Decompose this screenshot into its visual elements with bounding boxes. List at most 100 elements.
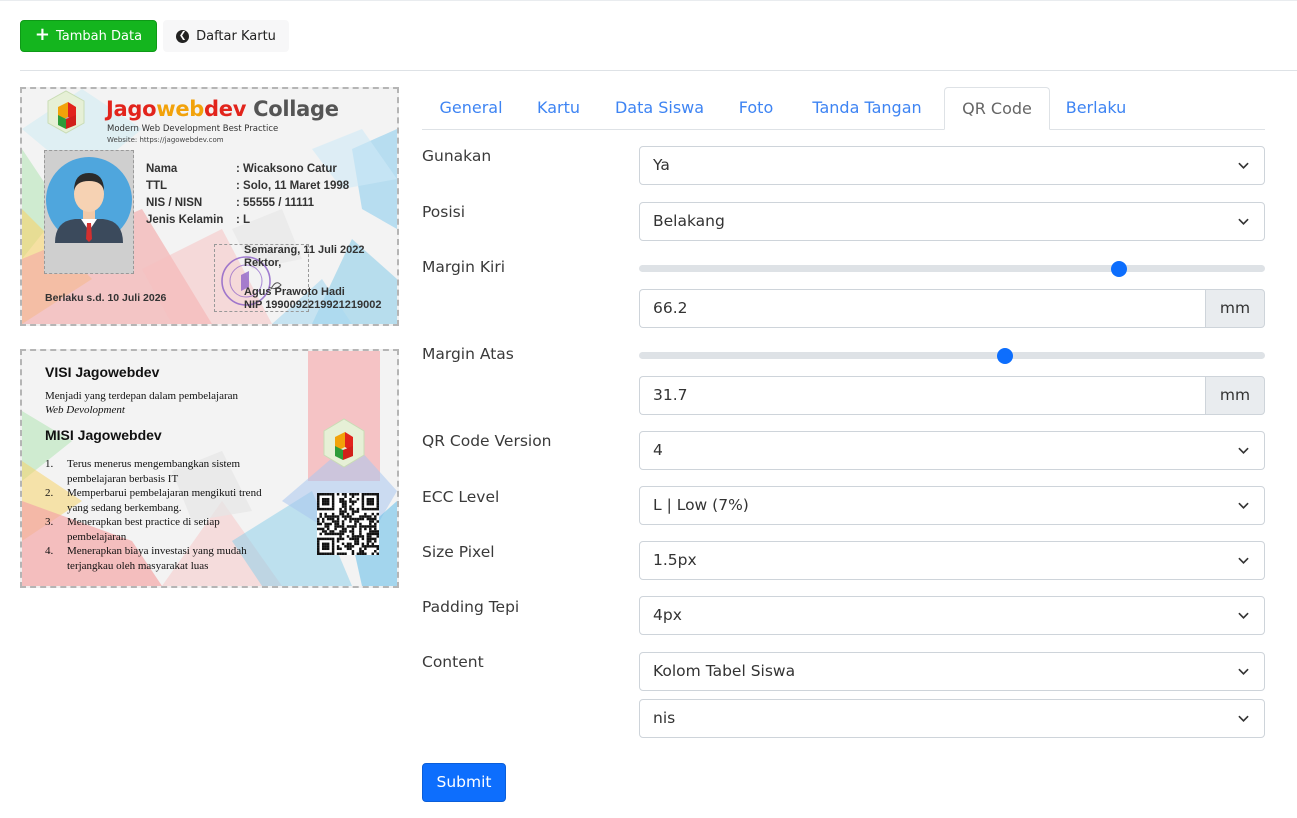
misi-number: 2.: [45, 487, 54, 499]
select-gunakan-value: Ya: [653, 156, 670, 174]
avatar-icon: [46, 157, 132, 243]
qr-code-icon: [317, 493, 379, 555]
qr-code-image: [317, 493, 379, 555]
logo-part-jago: Jago: [106, 97, 157, 121]
field-value-nis: : 55555 / 11111: [236, 197, 315, 209]
tab-data-siswa[interactable]: Data Siswa: [597, 87, 722, 130]
label-size-pixel: Size Pixel: [422, 543, 495, 561]
add-data-label: Tambah Data: [56, 28, 143, 44]
logo-part-dev: dev: [204, 97, 247, 121]
label-content: Content: [422, 653, 484, 671]
logo-text: Jagowebdev Collage: [106, 97, 339, 121]
field-label-gender: Jenis Kelamin: [146, 214, 224, 226]
input-margin-atas[interactable]: 31.7: [639, 376, 1206, 415]
sign-title: Rektor,: [244, 257, 282, 269]
misi-line: Terus menerus mengembangkan sistem: [67, 458, 241, 470]
label-qr-version: QR Code Version: [422, 432, 552, 450]
section-divider: [20, 70, 1297, 71]
unit-margin-kiri: mm: [1205, 289, 1265, 328]
logo-tagline: Modern Web Development Best Practice: [107, 124, 279, 134]
slider-margin-atas-thumb[interactable]: [997, 348, 1014, 364]
chevron-down-icon: [1238, 557, 1249, 564]
unit-margin-atas: mm: [1205, 376, 1265, 415]
select-content-source-value: Kolom Tabel Siswa: [653, 662, 796, 680]
label-padding-tepi: Padding Tepi: [422, 598, 520, 616]
misi-number: 4.: [45, 545, 54, 557]
visi-text-line2: Web Devolopment: [45, 404, 125, 416]
misi-number: 3.: [45, 516, 54, 528]
sign-nip: NIP 1990092219921219002: [244, 299, 382, 311]
select-size-pixel-value: 1.5px: [653, 551, 697, 569]
select-content-column[interactable]: nis: [639, 699, 1265, 738]
label-margin-kiri: Margin Kiri: [422, 258, 506, 276]
select-padding-tepi[interactable]: 4px: [639, 596, 1265, 635]
label-gunakan: Gunakan: [422, 147, 492, 165]
sign-name: Agus Prawoto Hadi: [244, 286, 345, 298]
chevron-down-icon: [1238, 447, 1249, 454]
misi-line: Memperbarui pembelajaran mengikuti trend: [67, 487, 262, 499]
tab-berlaku[interactable]: Berlaku: [1050, 87, 1142, 130]
select-content-source[interactable]: Kolom Tabel Siswa: [639, 652, 1265, 691]
chevron-down-icon: [1238, 668, 1249, 675]
card-list-button[interactable]: ❮ Daftar Kartu: [163, 20, 289, 52]
top-divider: [0, 0, 1297, 1]
tab-general[interactable]: General: [422, 87, 520, 130]
card-back-preview: VISI Jagowebdev Menjadi yang terdepan da…: [20, 349, 399, 588]
chevron-down-icon: [1238, 612, 1249, 619]
tab-qr-code[interactable]: QR Code: [944, 87, 1050, 130]
chevron-down-icon: [1238, 502, 1249, 509]
misi-line: Menerapkan best practice di setiap: [67, 516, 220, 528]
tab-kartu[interactable]: Kartu: [520, 87, 597, 130]
misi-item: 1. Terus menerus mengembangkan sistem pemb…: [45, 457, 305, 486]
input-margin-kiri[interactable]: 66.2: [639, 289, 1206, 328]
misi-item: 2. Memperbarui pembelajaran mengikuti tre…: [45, 486, 305, 515]
field-value-ttl: : Solo, 11 Maret 1998: [236, 180, 350, 192]
tab-bar: General Kartu Data Siswa Foto Tanda Tang…: [422, 87, 1265, 130]
select-posisi[interactable]: Belakang: [639, 202, 1265, 241]
add-data-button[interactable]: + Tambah Data: [20, 20, 157, 52]
label-ecc-level: ECC Level: [422, 488, 500, 506]
field-value-nama: : Wicaksono Catur: [236, 163, 337, 175]
field-label-nis: NIS / NISN: [146, 197, 203, 209]
select-content-column-value: nis: [653, 709, 676, 727]
select-size-pixel[interactable]: 1.5px: [639, 541, 1265, 580]
tab-tanda-tangan[interactable]: Tanda Tangan: [790, 87, 944, 130]
select-ecc-level-value: L | Low (7%): [653, 496, 749, 514]
misi-line: terjangkau oleh masyarakat luas: [67, 559, 209, 572]
tab-foto[interactable]: Foto: [722, 87, 790, 130]
slider-margin-atas[interactable]: [639, 348, 1265, 364]
valid-until-text: Berlaku s.d. 10 Juli 2026: [45, 292, 167, 304]
select-qr-version[interactable]: 4: [639, 431, 1265, 470]
visi-text-line1: Menjadi yang terdepan dalam pembelajaran: [45, 390, 239, 402]
submit-button[interactable]: Submit: [422, 763, 506, 802]
misi-title: MISI Jagowebdev: [45, 427, 162, 443]
misi-list: 1. Terus menerus mengembangkan sistem pemb…: [45, 457, 305, 573]
slider-margin-kiri[interactable]: [639, 261, 1265, 277]
misi-item: 4. Menerapkan biaya investasi yang mudah t…: [45, 544, 305, 573]
select-gunakan[interactable]: Ya: [639, 146, 1265, 185]
chevron-down-icon: [1238, 218, 1249, 225]
label-margin-atas: Margin Atas: [422, 345, 514, 363]
select-padding-tepi-value: 4px: [653, 606, 682, 624]
misi-line: pembelajaran: [67, 530, 127, 543]
logo-website: Website: https://jagowebdev.com: [107, 136, 224, 144]
slider-margin-kiri-thumb[interactable]: [1110, 261, 1127, 277]
visi-title: VISI Jagowebdev: [45, 364, 160, 380]
misi-number: 1.: [45, 458, 54, 470]
chevron-down-icon: [1238, 715, 1249, 722]
chevron-down-icon: [1238, 162, 1249, 169]
field-value-gender: : L: [236, 214, 251, 226]
misi-line: Menerapkan biaya investasi yang mudah: [67, 545, 247, 557]
logo-part-web: web: [156, 97, 205, 121]
select-posisi-value: Belakang: [653, 212, 725, 230]
student-photo: [44, 150, 134, 274]
input-margin-kiri-value: 66.2: [653, 299, 688, 317]
logo-part-collage: Collage: [246, 97, 339, 121]
misi-item: 3. Menerapkan best practice di setiap pemb…: [45, 515, 305, 544]
plus-icon: +: [34, 24, 51, 45]
misi-line: yang sedang berkembang.: [67, 501, 182, 514]
arrow-left-circle-icon: ❮: [176, 29, 190, 43]
select-ecc-level[interactable]: L | Low (7%): [639, 486, 1265, 525]
select-qr-version-value: 4: [653, 441, 663, 459]
input-margin-atas-value: 31.7: [653, 386, 688, 404]
